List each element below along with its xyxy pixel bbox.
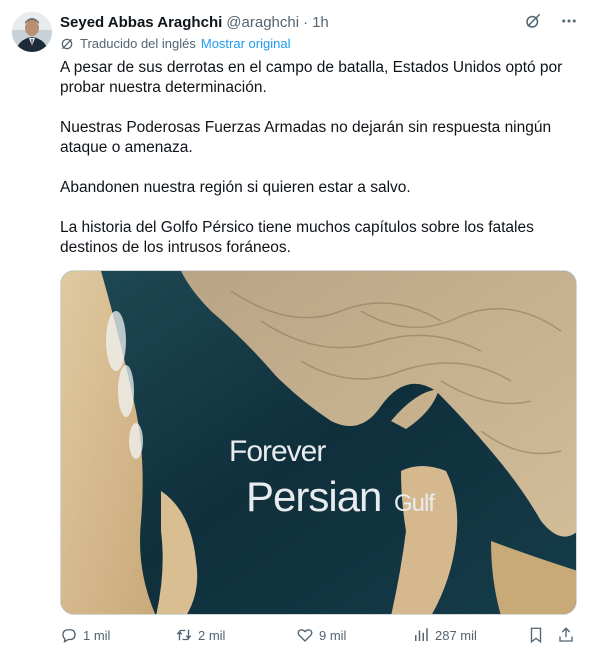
reply-button[interactable]: 1 mil (60, 626, 110, 644)
reply-icon (60, 626, 78, 644)
tweet-paragraph: Abandonen nuestra región si quieren esta… (60, 179, 411, 196)
reply-count: 1 mil (83, 627, 111, 643)
tweet-text: A pesar de sus derrotas en el campo de b… (60, 58, 570, 278)
more-icon[interactable] (558, 10, 580, 32)
like-icon (296, 626, 314, 644)
image-text-persian: Persian (246, 473, 381, 520)
tweet-paragraph: La historia del Golfo Pérsico tiene much… (60, 219, 534, 256)
tweet-paragraph: Nuestras Poderosas Fuerzas Armadas no de… (60, 119, 552, 156)
separator-dot: · (303, 13, 309, 31)
tweet-paragraph: A pesar de sus derrotas en el campo de b… (60, 59, 563, 96)
share-icon (557, 626, 575, 644)
repost-icon (175, 626, 193, 644)
avatar[interactable] (12, 12, 52, 52)
translated-label: Traducido del inglés (80, 36, 196, 51)
author-name[interactable]: Seyed Abbas Araghchi (60, 14, 222, 31)
like-count: 9 mil (319, 627, 347, 643)
show-original-link[interactable]: Mostrar original (201, 36, 291, 51)
share-button[interactable] (557, 626, 575, 644)
views-button[interactable]: 287 mil (412, 626, 477, 644)
tweet-image[interactable]: Forever Persian Gulf (60, 270, 577, 615)
tweet-header: Seyed Abbas Araghchi @araghchi · 1h (60, 12, 329, 32)
views-count: 287 mil (435, 627, 477, 643)
tweet-action-bar: 1 mil 2 mil 9 mil 287 mil (60, 626, 580, 650)
tweet[interactable]: Seyed Abbas Araghchi @araghchi · 1h Trad… (0, 0, 596, 659)
image-text-gulf: Gulf (394, 490, 435, 517)
bookmark-icon (527, 626, 545, 644)
image-text-forever: Forever (229, 435, 326, 468)
translation-notice: Traducido del inglés Mostrar original (60, 36, 290, 51)
like-button[interactable]: 9 mil (296, 626, 346, 644)
bookmark-button[interactable] (527, 626, 545, 644)
repost-button[interactable]: 2 mil (175, 626, 225, 644)
author-handle[interactable]: @araghchi (226, 14, 299, 31)
tweet-top-actions (522, 10, 580, 32)
repost-count: 2 mil (198, 627, 226, 643)
translate-icon (60, 37, 74, 51)
views-icon (412, 626, 430, 644)
grok-icon[interactable] (522, 10, 544, 32)
timestamp[interactable]: 1h (312, 14, 329, 31)
